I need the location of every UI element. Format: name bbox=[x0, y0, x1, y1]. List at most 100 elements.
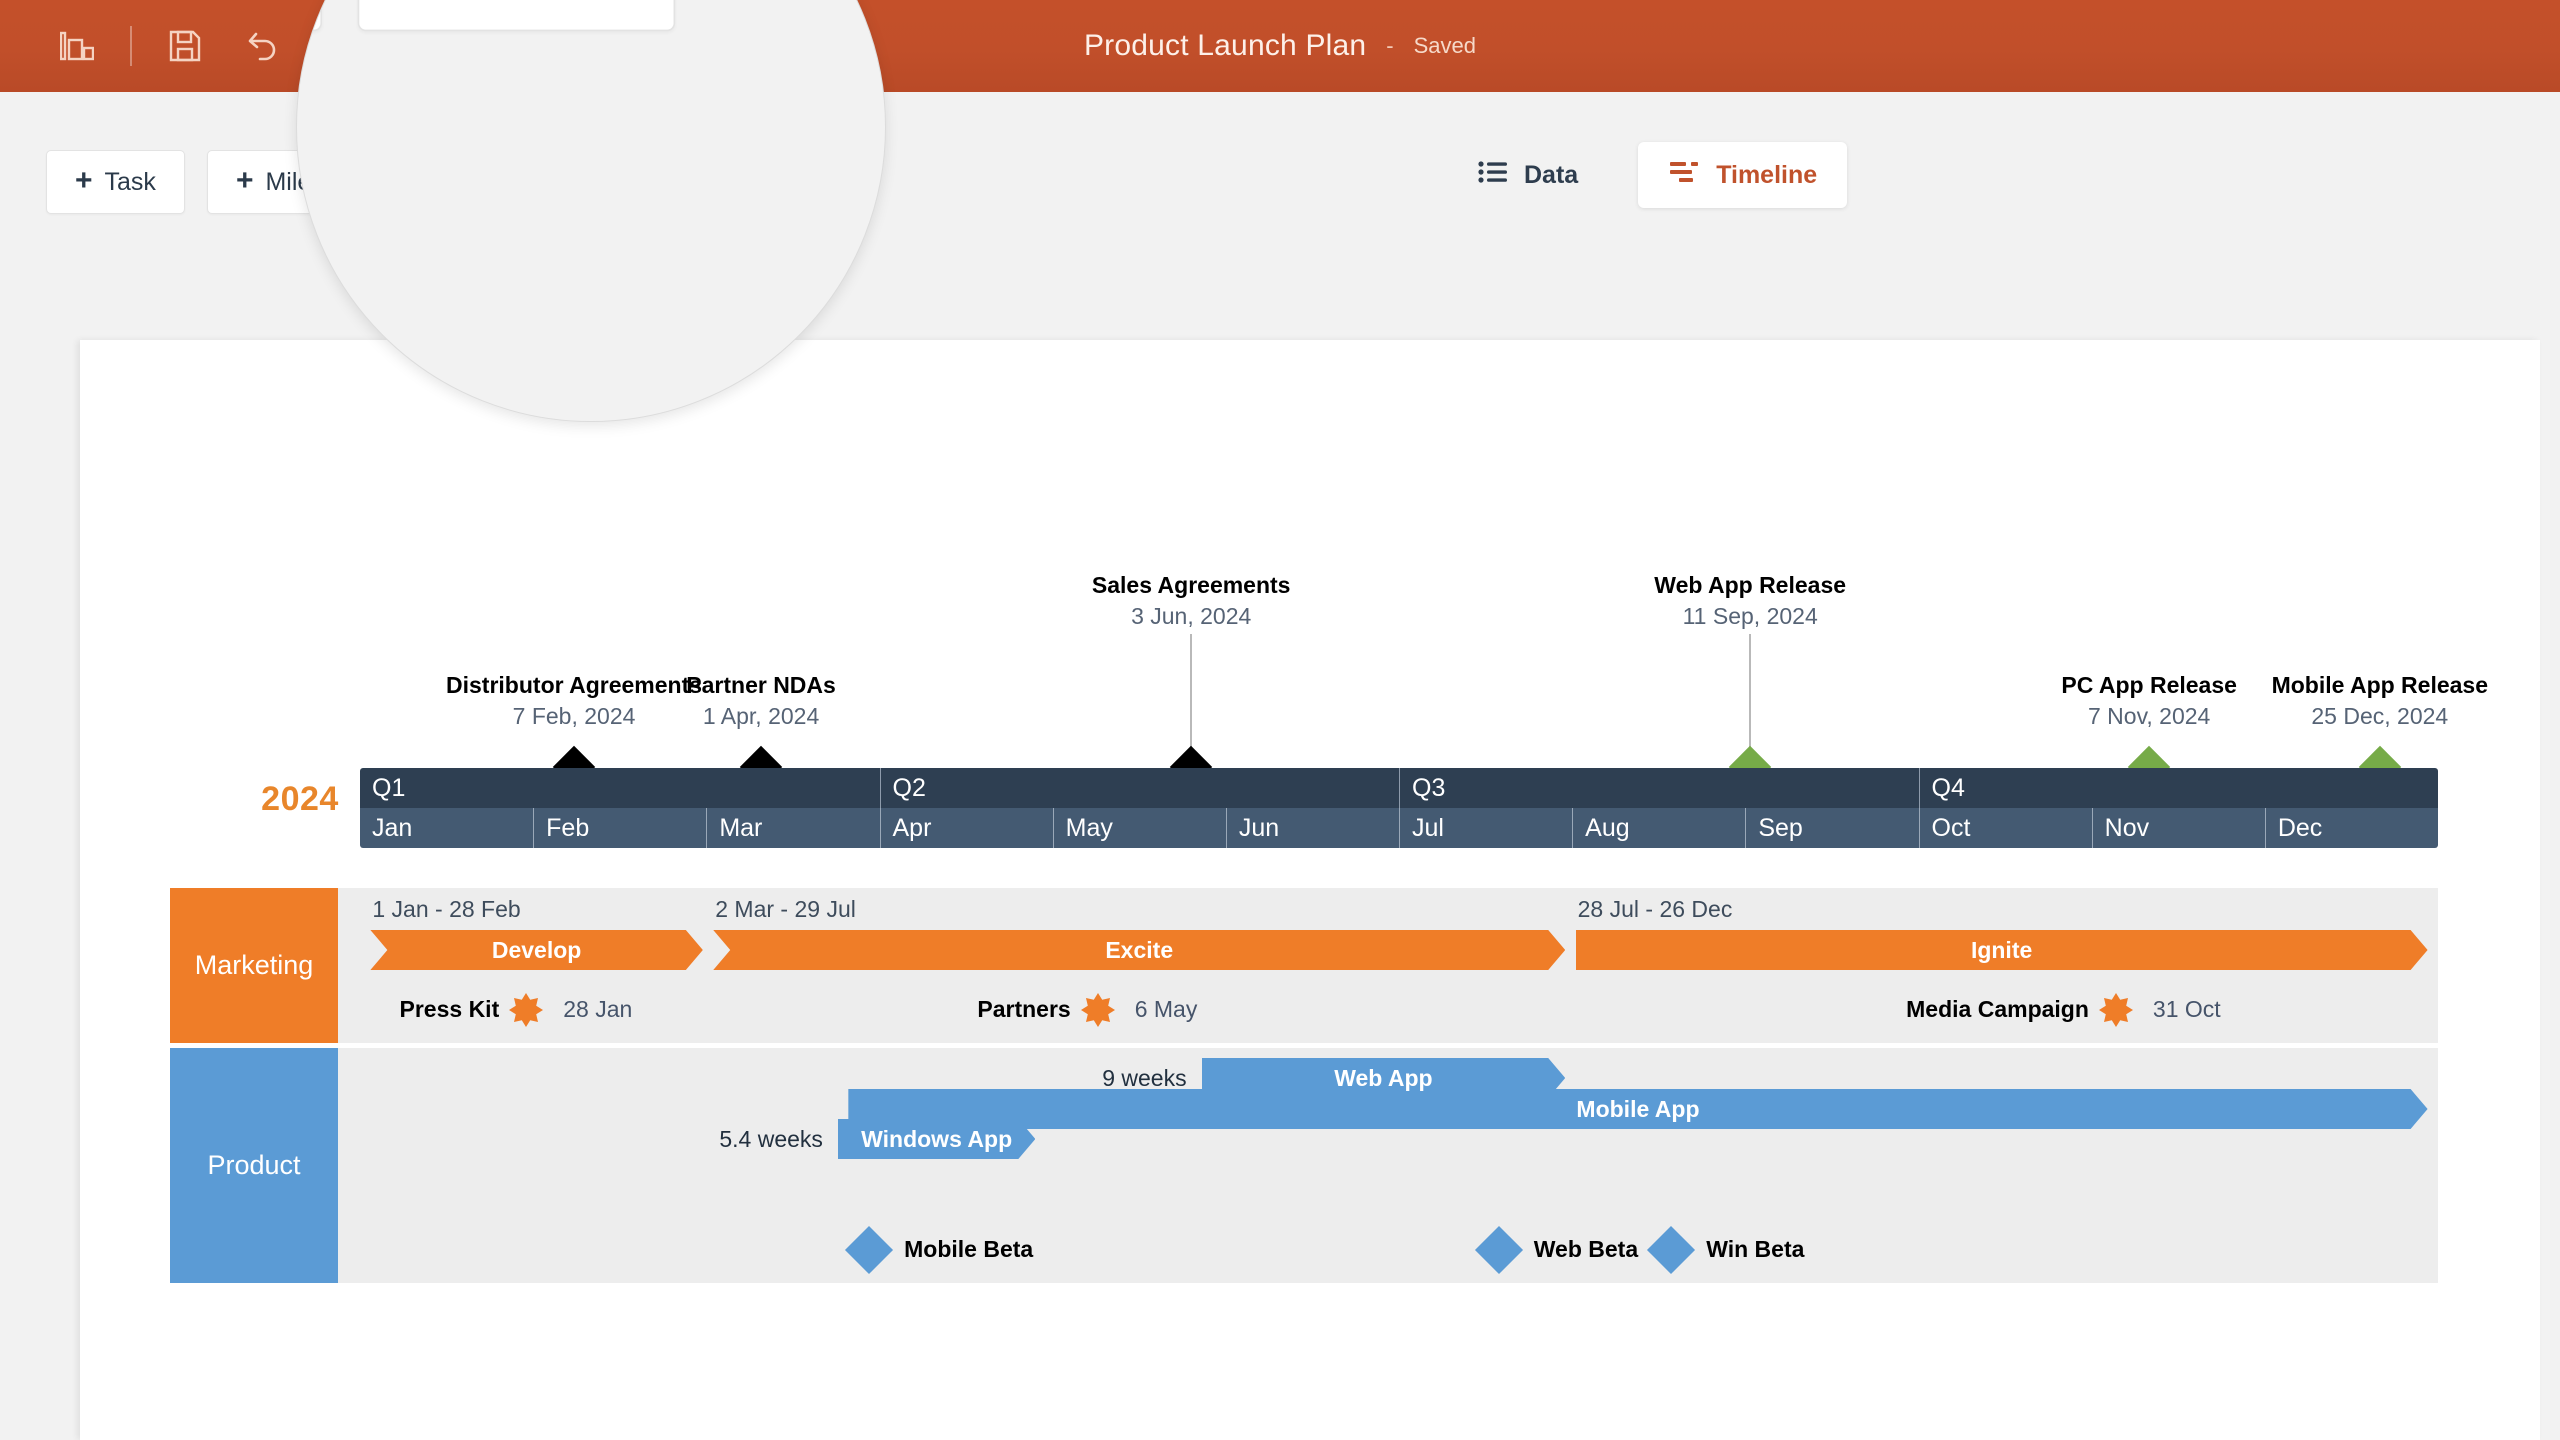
milestone-name: PC App Release bbox=[2061, 672, 2237, 698]
view-toggle-group: Data Timeline bbox=[1448, 142, 1848, 208]
task-duration-label: 2 Mar - 29 Jul bbox=[715, 896, 856, 922]
lane-milestone-date: 28 Jan bbox=[563, 996, 633, 1022]
milestone-stem bbox=[1749, 634, 1752, 752]
lane-milestone-name: Press Kit bbox=[399, 996, 500, 1022]
swimlane-body: Web App 9 weeks Mobile App Windows App 5.4 w… bbox=[338, 1048, 2438, 1283]
magnifier-content: + Task + Milestone + Swimlane bbox=[297, 0, 885, 421]
task-bar-label: Windows App bbox=[861, 1125, 1013, 1152]
milestone-name: Partner NDAs bbox=[686, 672, 836, 698]
month-cell: Jan bbox=[372, 813, 413, 842]
add-task-button[interactable]: + Task bbox=[46, 150, 185, 214]
save-icon[interactable] bbox=[146, 17, 224, 75]
milestone-name: Sales Agreements bbox=[1091, 572, 1291, 598]
quarter-cell: Q3 bbox=[1399, 768, 1919, 808]
lane-milestone[interactable]: Partners 6 May bbox=[977, 993, 1197, 1027]
milestone-date: 11 Sep, 2024 bbox=[1682, 603, 1818, 629]
magnified-add-swimlane-button[interactable]: + Swimlane bbox=[358, 0, 676, 32]
magnified-add-swimlane-label: Swimlane bbox=[453, 0, 629, 3]
milestone-name: Mobile App Release bbox=[2271, 672, 2489, 698]
title-separator: - bbox=[1386, 33, 1394, 58]
save-status-badge: Saved bbox=[1413, 33, 1477, 58]
quarter-cell: Q1 bbox=[372, 773, 406, 802]
task-duration-label: 1 Jan - 28 Feb bbox=[372, 896, 521, 922]
milestone-date: 3 Jun, 2024 bbox=[1131, 603, 1252, 629]
month-cell: Feb bbox=[533, 808, 706, 848]
swimlane[interactable]: Product Web App 9 weeks Mobile App Windows A… bbox=[170, 1048, 2438, 1283]
lane-milestone-name: Web Beta bbox=[1533, 1236, 1639, 1262]
toolbar-divider bbox=[130, 26, 132, 66]
milestone-date: 1 Apr, 2024 bbox=[702, 703, 820, 729]
quarter-cell: Q4 bbox=[1918, 768, 2439, 808]
plus-icon: + bbox=[75, 164, 93, 197]
lane-milestone[interactable]: Win Beta bbox=[1647, 1225, 1804, 1275]
month-cell: Oct bbox=[1918, 808, 2092, 848]
month-cell: Apr bbox=[879, 808, 1053, 848]
lane-milestone-name: Win Beta bbox=[1706, 1236, 1805, 1262]
star-milestone-icon bbox=[1080, 993, 1115, 1027]
task-bar-label: Web App bbox=[1334, 1064, 1433, 1091]
year-label: 2024 bbox=[261, 780, 339, 818]
quarter-cell: Q2 bbox=[879, 768, 1400, 808]
month-cell: May bbox=[1052, 808, 1226, 848]
month-cell: Dec bbox=[2264, 808, 2438, 848]
gantt-chart-icon[interactable] bbox=[38, 17, 116, 75]
magnified-add-milestone-button[interactable]: + Milestone bbox=[297, 0, 323, 32]
magnified-add-buttons: + Task + Milestone + Swimlane bbox=[297, 0, 676, 32]
milestone-label[interactable]: Web App Release 11 Sep, 2024 bbox=[1654, 572, 1846, 630]
lane-milestone[interactable]: Press Kit 28 Jan bbox=[400, 993, 632, 1027]
titlebar-tool-icons bbox=[0, 17, 302, 75]
month-cell: Jun bbox=[1225, 808, 1399, 848]
milestone-label[interactable]: Partner NDAs 1 Apr, 2024 bbox=[686, 672, 836, 730]
quarter-axis: Q1 Q2 Q3 Q4 bbox=[360, 768, 2438, 808]
star-milestone-icon bbox=[509, 993, 544, 1027]
milestone-label[interactable]: Sales Agreements 3 Jun, 2024 bbox=[1092, 572, 1291, 630]
swimlane-body: Develop 1 Jan - 28 Feb Excite 2 Mar - 29 Ju… bbox=[338, 888, 2438, 1043]
lane-milestone-name: Media Campaign bbox=[1906, 996, 2089, 1022]
milestone-date: 7 Nov, 2024 bbox=[2087, 703, 2211, 729]
lane-milestone[interactable]: Media Campaign 31 Oct bbox=[1906, 993, 2221, 1027]
tab-timeline[interactable]: Timeline bbox=[1638, 142, 1848, 208]
milestone-date: 25 Dec, 2024 bbox=[2311, 703, 2449, 729]
star-milestone-icon bbox=[2098, 993, 2133, 1027]
milestone-label[interactable]: Mobile App Release 25 Dec, 2024 bbox=[2272, 672, 2488, 730]
task-duration-label: 28 Jul - 26 Dec bbox=[1577, 896, 1733, 922]
task-bar[interactable]: Windows App bbox=[838, 1119, 1035, 1159]
month-cell: Jul bbox=[1399, 808, 1572, 848]
task-bar[interactable]: Excite bbox=[713, 930, 1565, 970]
lane-milestone-name: Partners bbox=[977, 996, 1071, 1022]
diamond-milestone-icon bbox=[1474, 1225, 1523, 1275]
task-bar[interactable]: Mobile App bbox=[848, 1089, 2427, 1129]
month-cell: Sep bbox=[1745, 808, 1918, 848]
task-bar[interactable]: Develop bbox=[370, 930, 702, 970]
tab-timeline-label: Timeline bbox=[1716, 160, 1818, 189]
swimlane-header[interactable]: Marketing bbox=[170, 888, 338, 1043]
swimlane-header[interactable]: Product bbox=[170, 1048, 338, 1283]
task-bar-label: Develop bbox=[491, 936, 582, 963]
task-bar[interactable]: Ignite bbox=[1576, 930, 2428, 970]
tab-data[interactable]: Data bbox=[1448, 142, 1608, 208]
diamond-milestone-icon bbox=[845, 1225, 894, 1275]
milestone-label[interactable]: PC App Release 7 Nov, 2024 bbox=[2061, 672, 2237, 730]
swimlane[interactable]: Marketing Develop 1 Jan - 28 Feb Excite 2 Ma… bbox=[170, 888, 2438, 1043]
milestone-label[interactable]: Distributor Agreements 7 Feb, 2024 bbox=[446, 672, 702, 730]
task-duration-label: 9 weeks bbox=[1102, 1065, 1187, 1091]
task-duration-label: 5.4 weeks bbox=[719, 1126, 823, 1152]
page-title[interactable]: Product Launch Plan bbox=[1084, 29, 1366, 63]
month-cell: Mar bbox=[706, 808, 879, 848]
milestone-date: 7 Feb, 2024 bbox=[512, 703, 636, 729]
plus-icon: + bbox=[235, 164, 254, 197]
lane-milestone-date: 6 May bbox=[1134, 996, 1198, 1022]
magnifier-lens: + Task + Milestone + Swimlane bbox=[296, 0, 886, 422]
undo-icon[interactable] bbox=[224, 17, 302, 75]
month-cell: Aug bbox=[1572, 808, 1745, 848]
task-bar-label: Excite bbox=[1105, 936, 1174, 963]
tab-data-label: Data bbox=[1524, 160, 1579, 189]
month-axis: Jan Feb Mar Apr May Jun Jul Aug Sep Oct Nov Dec bbox=[360, 808, 2438, 848]
month-cell: Nov bbox=[2091, 808, 2265, 848]
lane-milestone[interactable]: Mobile Beta bbox=[845, 1225, 1033, 1275]
list-icon bbox=[1478, 160, 1508, 191]
lane-milestone[interactable]: Web Beta bbox=[1474, 1225, 1638, 1275]
milestone-name: Web App Release bbox=[1654, 572, 1847, 598]
timeline-icon bbox=[1668, 160, 1700, 191]
milestone-name: Distributor Agreements bbox=[446, 672, 703, 698]
